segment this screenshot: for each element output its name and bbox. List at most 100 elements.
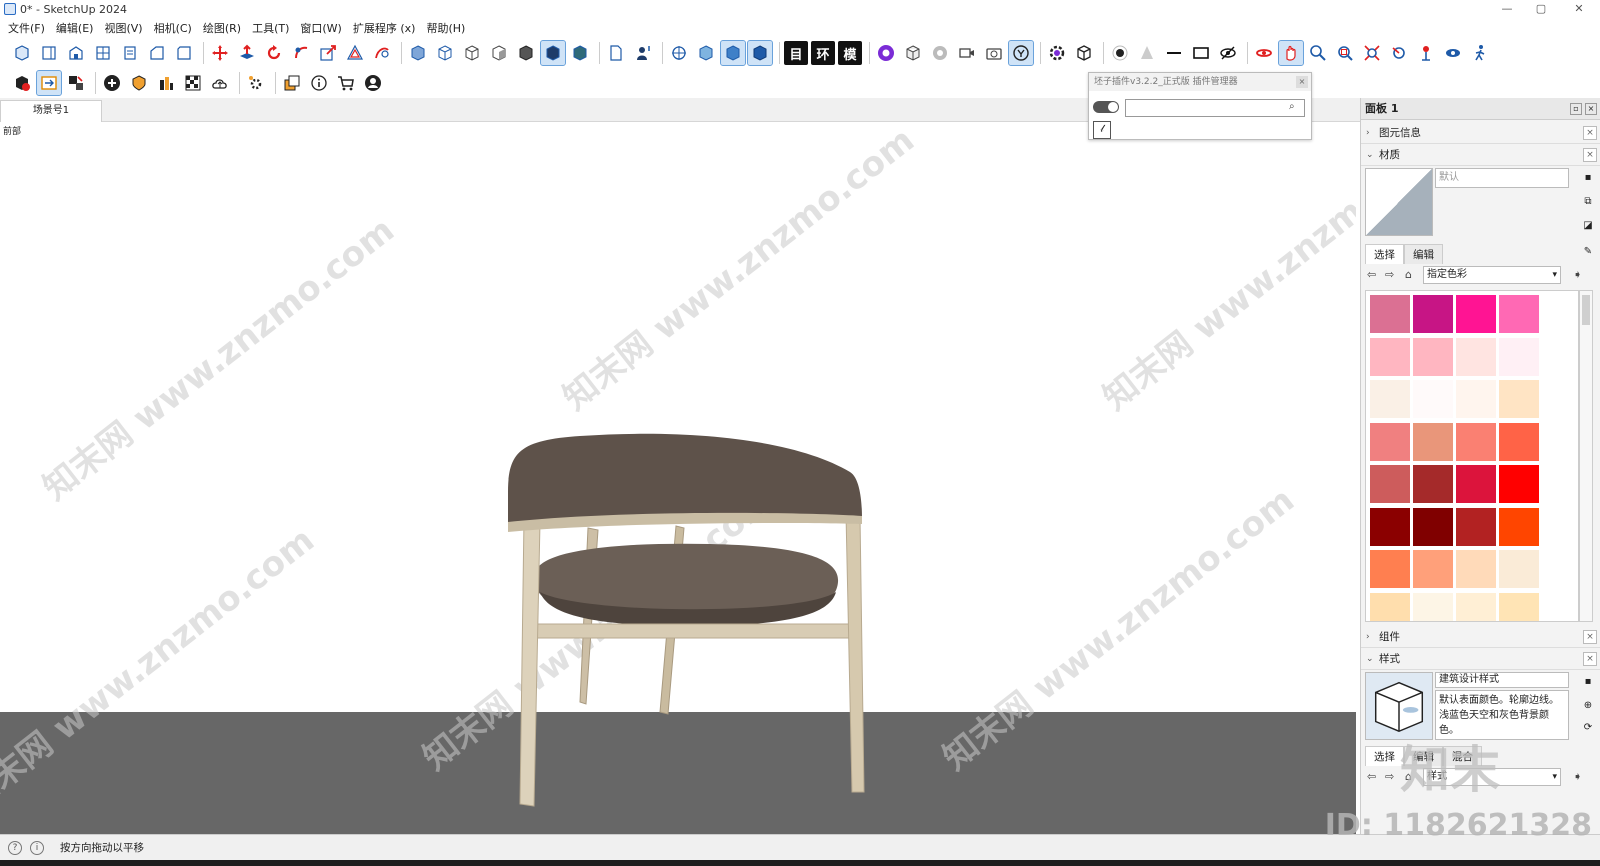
material-swatch[interactable] [1413, 550, 1453, 588]
section-entity-info[interactable]: › 图元信息 × [1361, 122, 1600, 144]
tab-materials-edit[interactable]: 编辑 [1404, 244, 1443, 264]
wireframe-style-icon[interactable] [433, 41, 457, 65]
add-icon[interactable] [100, 71, 124, 95]
material-swatch[interactable] [1499, 295, 1539, 333]
new-page-icon[interactable] [604, 41, 628, 65]
protractor-icon[interactable] [370, 41, 394, 65]
model-viewport[interactable]: 前部 知末网 www.znzmo.com 知末网 www.znzmo.com 知… [0, 122, 1356, 834]
checker-pattern-icon[interactable] [181, 71, 205, 95]
menu-file[interactable]: 文件(F) [8, 20, 45, 36]
material-swatch[interactable] [1413, 422, 1453, 461]
bottom-view-icon[interactable] [172, 41, 196, 65]
scrollbar-thumb[interactable] [1582, 295, 1590, 325]
render-disc-icon[interactable] [928, 41, 952, 65]
section-materials[interactable]: ⌄ 材质 × [1361, 144, 1600, 166]
warehouse-check-icon[interactable] [10, 71, 34, 95]
create-style-icon[interactable]: ⊕ [1580, 698, 1596, 714]
right-view-icon[interactable] [91, 41, 115, 65]
close-icon[interactable]: × [1583, 630, 1597, 644]
menu-draw[interactable]: 绘图(R) [203, 20, 241, 36]
scene-tab[interactable]: 场景号1 [0, 100, 102, 122]
front-view-icon[interactable] [64, 41, 88, 65]
shield-tool-icon[interactable] [127, 71, 151, 95]
menu-extensions[interactable]: 扩展程序 (x) [353, 20, 416, 36]
material-swatch[interactable] [1499, 337, 1539, 376]
material-swatch[interactable] [1413, 507, 1453, 546]
tab-styles-select[interactable]: 选择 [1365, 746, 1404, 766]
close-window-button[interactable]: ✕ [1562, 0, 1596, 18]
look-around-icon[interactable] [1441, 41, 1465, 65]
search-icon[interactable]: ⌕ [1289, 101, 1295, 112]
menu-tools[interactable]: 工具(T) [252, 20, 289, 36]
table-text-button[interactable]: 目 [784, 41, 808, 65]
xray-style-icon[interactable] [406, 41, 430, 65]
follow-me-icon[interactable] [289, 41, 313, 65]
section-fill-icon[interactable] [694, 41, 718, 65]
material-toggle-icon[interactable]: ▪ [1580, 170, 1596, 186]
material-swatch[interactable] [1456, 507, 1496, 546]
material-swatch[interactable] [1370, 295, 1410, 333]
video-camera-icon[interactable] [955, 41, 979, 65]
material-name-field[interactable]: 默认 [1435, 168, 1569, 188]
push-pull-icon[interactable] [235, 41, 259, 65]
material-swatch[interactable] [1499, 465, 1539, 503]
material-swatch[interactable] [1499, 592, 1539, 621]
default-material-icon[interactable]: ◪ [1580, 218, 1596, 234]
tray-close-icon[interactable]: × [1585, 103, 1597, 115]
eyedropper-icon[interactable]: ✎ [1580, 244, 1596, 260]
rectangle-icon[interactable] [1189, 41, 1213, 65]
details-arrow-icon[interactable]: ➧ [1573, 268, 1582, 281]
sun-shadow-icon[interactable] [1108, 41, 1132, 65]
details-arrow-icon[interactable]: ➧ [1573, 770, 1582, 783]
material-swatch[interactable] [1370, 465, 1410, 503]
section-cuts-icon[interactable] [747, 40, 773, 66]
menu-view[interactable]: 视图(V) [104, 20, 142, 36]
settings-gear-icon[interactable] [244, 71, 268, 95]
section-plane-icon[interactable] [667, 41, 691, 65]
line-icon[interactable] [1162, 41, 1186, 65]
home-icon[interactable]: ⌂ [1405, 268, 1412, 281]
material-swatch[interactable] [1456, 465, 1496, 503]
rotate-icon[interactable] [262, 41, 286, 65]
minimize-button[interactable]: — [1490, 0, 1524, 18]
material-swatch[interactable] [1370, 422, 1410, 461]
menu-help[interactable]: 帮助(H) [426, 20, 465, 36]
section-styles[interactable]: ⌄ 样式 × [1361, 648, 1600, 670]
style-name-field[interactable]: 建筑设计样式 [1435, 672, 1569, 688]
material-swatch[interactable] [1456, 337, 1496, 376]
ambient-occlusion-icon[interactable] [568, 41, 592, 65]
back-arrow-icon[interactable]: ⇦ [1367, 268, 1376, 281]
account-avatar-icon[interactable] [361, 71, 385, 95]
zoom-extents-icon[interactable] [1360, 41, 1384, 65]
tab-materials-select[interactable]: 选择 [1365, 244, 1404, 264]
forward-arrow-icon[interactable]: ⇨ [1385, 268, 1394, 281]
back-view-icon[interactable] [118, 41, 142, 65]
material-swatch[interactable] [1370, 337, 1410, 376]
tray-pin-icon[interactable]: ▫ [1570, 103, 1582, 115]
previous-view-icon[interactable] [1387, 41, 1411, 65]
plugin-popup-close-button[interactable]: × [1296, 76, 1308, 88]
iso-view-icon[interactable] [10, 41, 34, 65]
pan-hand-icon[interactable] [1278, 40, 1304, 66]
material-swatch[interactable] [1413, 295, 1453, 333]
section-display-icon[interactable] [720, 40, 746, 66]
menu-window[interactable]: 窗口(W) [300, 20, 341, 36]
zoom-window-icon[interactable] [1333, 41, 1357, 65]
material-swatch[interactable] [1499, 550, 1539, 588]
plugin-pen-button[interactable]: 𝓁 [1093, 121, 1111, 139]
material-collection-select[interactable]: 指定色彩 [1423, 266, 1561, 284]
dynamic-component-icon[interactable] [64, 71, 88, 95]
back-arrow-icon[interactable]: ⇦ [1367, 770, 1376, 783]
material-swatch[interactable] [1413, 465, 1453, 503]
close-icon[interactable]: × [1583, 126, 1597, 140]
building-chart-icon[interactable] [154, 71, 178, 95]
create-material-icon[interactable]: ⧉ [1580, 194, 1596, 210]
material-swatch[interactable] [1370, 380, 1410, 418]
material-swatch[interactable] [1370, 550, 1410, 588]
cloud-upload-icon[interactable] [208, 71, 232, 95]
material-swatch[interactable] [1413, 380, 1453, 418]
refresh-style-icon[interactable]: ⟳ [1580, 720, 1596, 736]
orbit-icon[interactable] [1252, 41, 1276, 65]
material-swatch[interactable] [1456, 422, 1496, 461]
menu-edit[interactable]: 编辑(E) [56, 20, 94, 36]
